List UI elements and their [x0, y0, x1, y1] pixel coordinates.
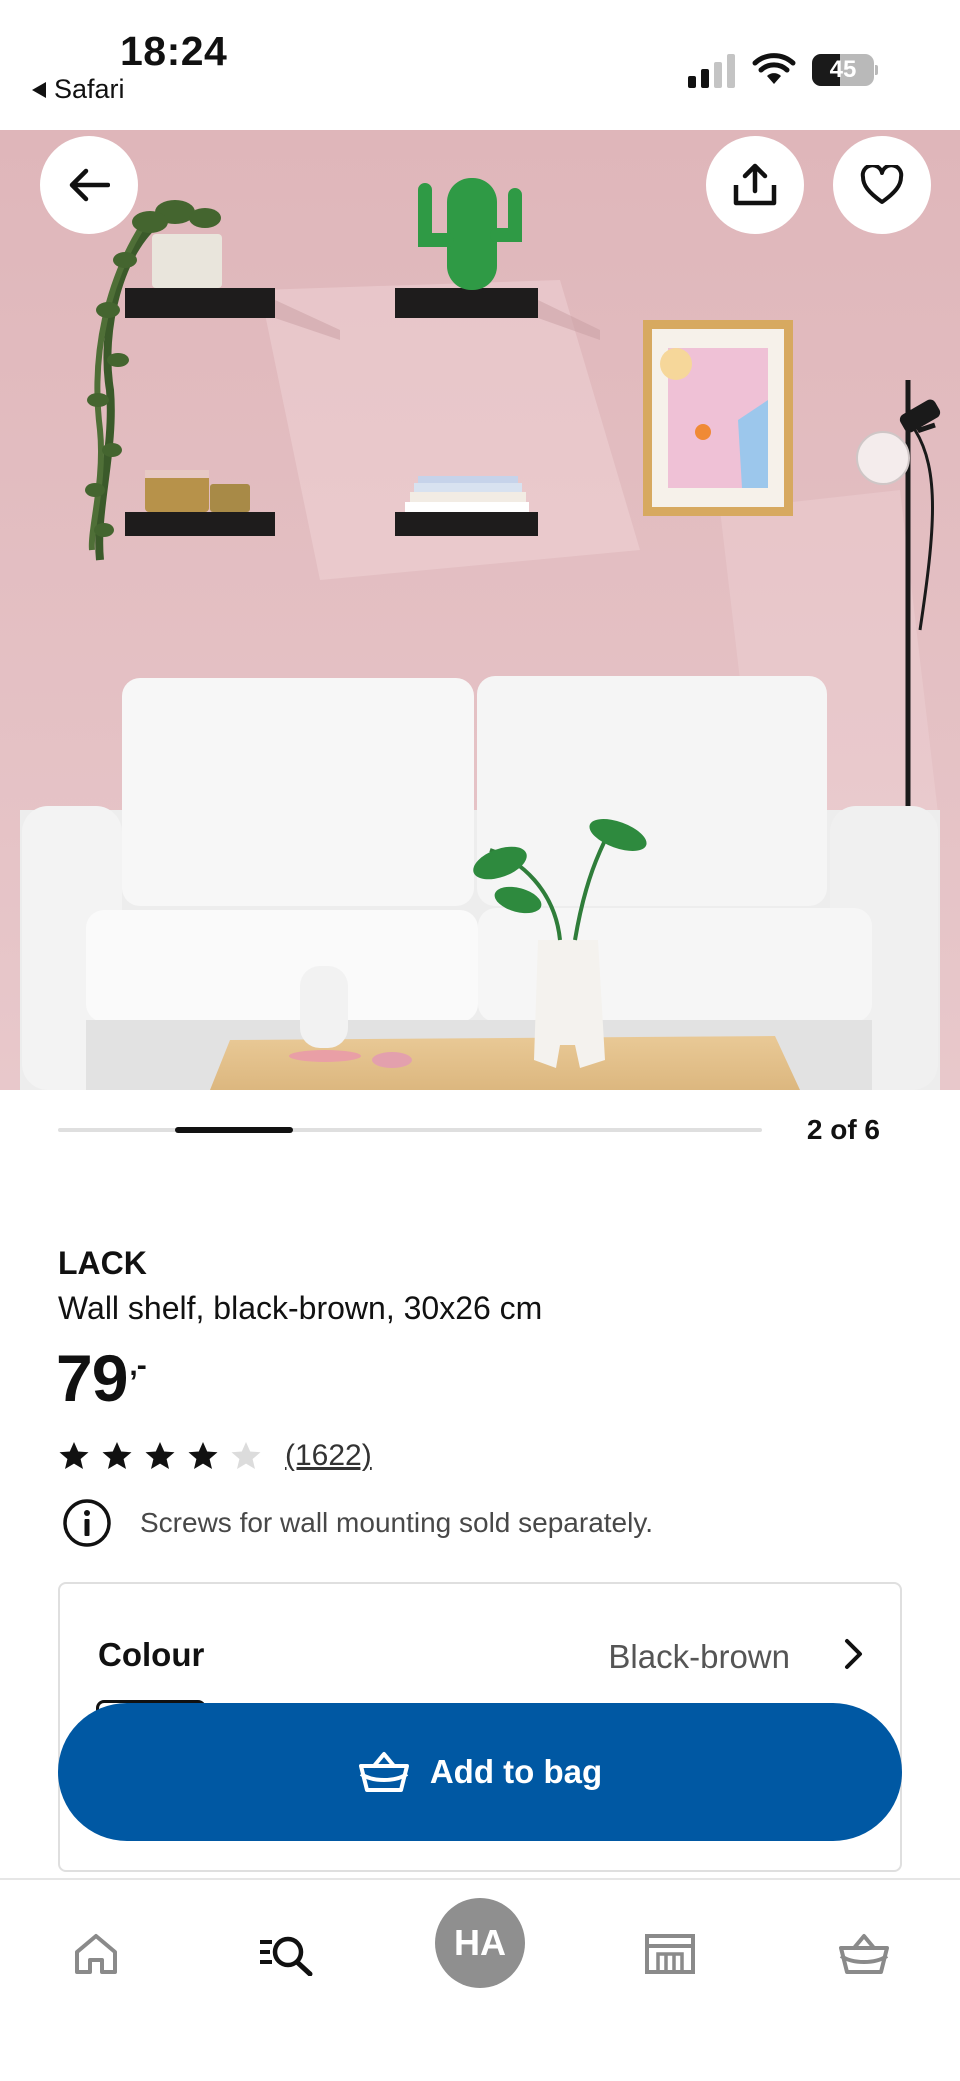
store-icon: [645, 1934, 695, 1974]
rating-row[interactable]: (1622): [58, 1436, 372, 1476]
battery-level: 45: [829, 56, 857, 83]
battery-indicator: 45: [812, 54, 878, 86]
add-to-bag-button[interactable]: Add to bag: [58, 1703, 902, 1841]
back-button[interactable]: [40, 136, 138, 234]
back-app-label: Safari: [54, 74, 125, 104]
status-time: 18:24: [120, 28, 228, 74]
product-image-carousel[interactable]: [0, 130, 960, 1090]
info-text: Screws for wall mounting sold separately…: [140, 1507, 654, 1538]
chevron-right-icon: [845, 1639, 862, 1669]
add-to-bag-label: Add to bag: [429, 1753, 603, 1790]
image-pager: 2 of 6: [58, 1110, 904, 1150]
colour-label: Colour: [98, 1636, 205, 1673]
status-bar: 18:24 Safari 45: [0, 0, 960, 130]
nav-stores[interactable]: [630, 1914, 710, 1994]
wifi-icon: [752, 53, 796, 84]
basket-icon: [358, 1752, 409, 1792]
search-icon: [260, 1936, 313, 1976]
share-icon: [733, 163, 777, 206]
back-to-safari[interactable]: Safari: [32, 74, 125, 105]
colour-value: Black-brown: [608, 1638, 790, 1675]
cellular-signal-icon: [688, 54, 735, 88]
rating-stars: [58, 1440, 273, 1472]
nav-profile-avatar[interactable]: HA: [435, 1898, 525, 1988]
star-filled-icon: [145, 1442, 175, 1469]
product-photo: [0, 130, 960, 1090]
arrow-left-icon: [69, 168, 110, 202]
nav-search[interactable]: [246, 1914, 326, 1994]
product-name: LACK: [58, 1245, 147, 1281]
bottom-navigation: HA: [0, 1878, 960, 2081]
star-filled-icon: [188, 1442, 218, 1469]
back-triangle-icon: [32, 81, 46, 98]
info-notice: Screws for wall mounting sold separately…: [62, 1498, 653, 1548]
nav-home[interactable]: [56, 1914, 136, 1994]
price-value: 79: [56, 1341, 128, 1415]
favourite-button[interactable]: [833, 136, 931, 234]
star-filled-icon: [59, 1442, 89, 1469]
star-filled-icon: [102, 1442, 132, 1469]
nav-bag[interactable]: [824, 1914, 904, 1994]
review-count-link[interactable]: (1622): [285, 1439, 372, 1473]
price-suffix: ,-: [129, 1349, 146, 1382]
product-price: 79,-: [56, 1340, 147, 1416]
image-counter: 2 of 6: [806, 1114, 880, 1145]
heart-icon: [860, 165, 904, 204]
star-empty-icon: [231, 1442, 261, 1469]
home-icon: [75, 1934, 117, 1974]
product-description: Wall shelf, black-brown, 30x26 cm: [58, 1290, 543, 1326]
pager-thumb: [175, 1127, 293, 1133]
basket-icon: [839, 1934, 889, 1974]
share-button[interactable]: [706, 136, 804, 234]
info-icon: [63, 1499, 111, 1547]
pager-track: [58, 1128, 762, 1132]
